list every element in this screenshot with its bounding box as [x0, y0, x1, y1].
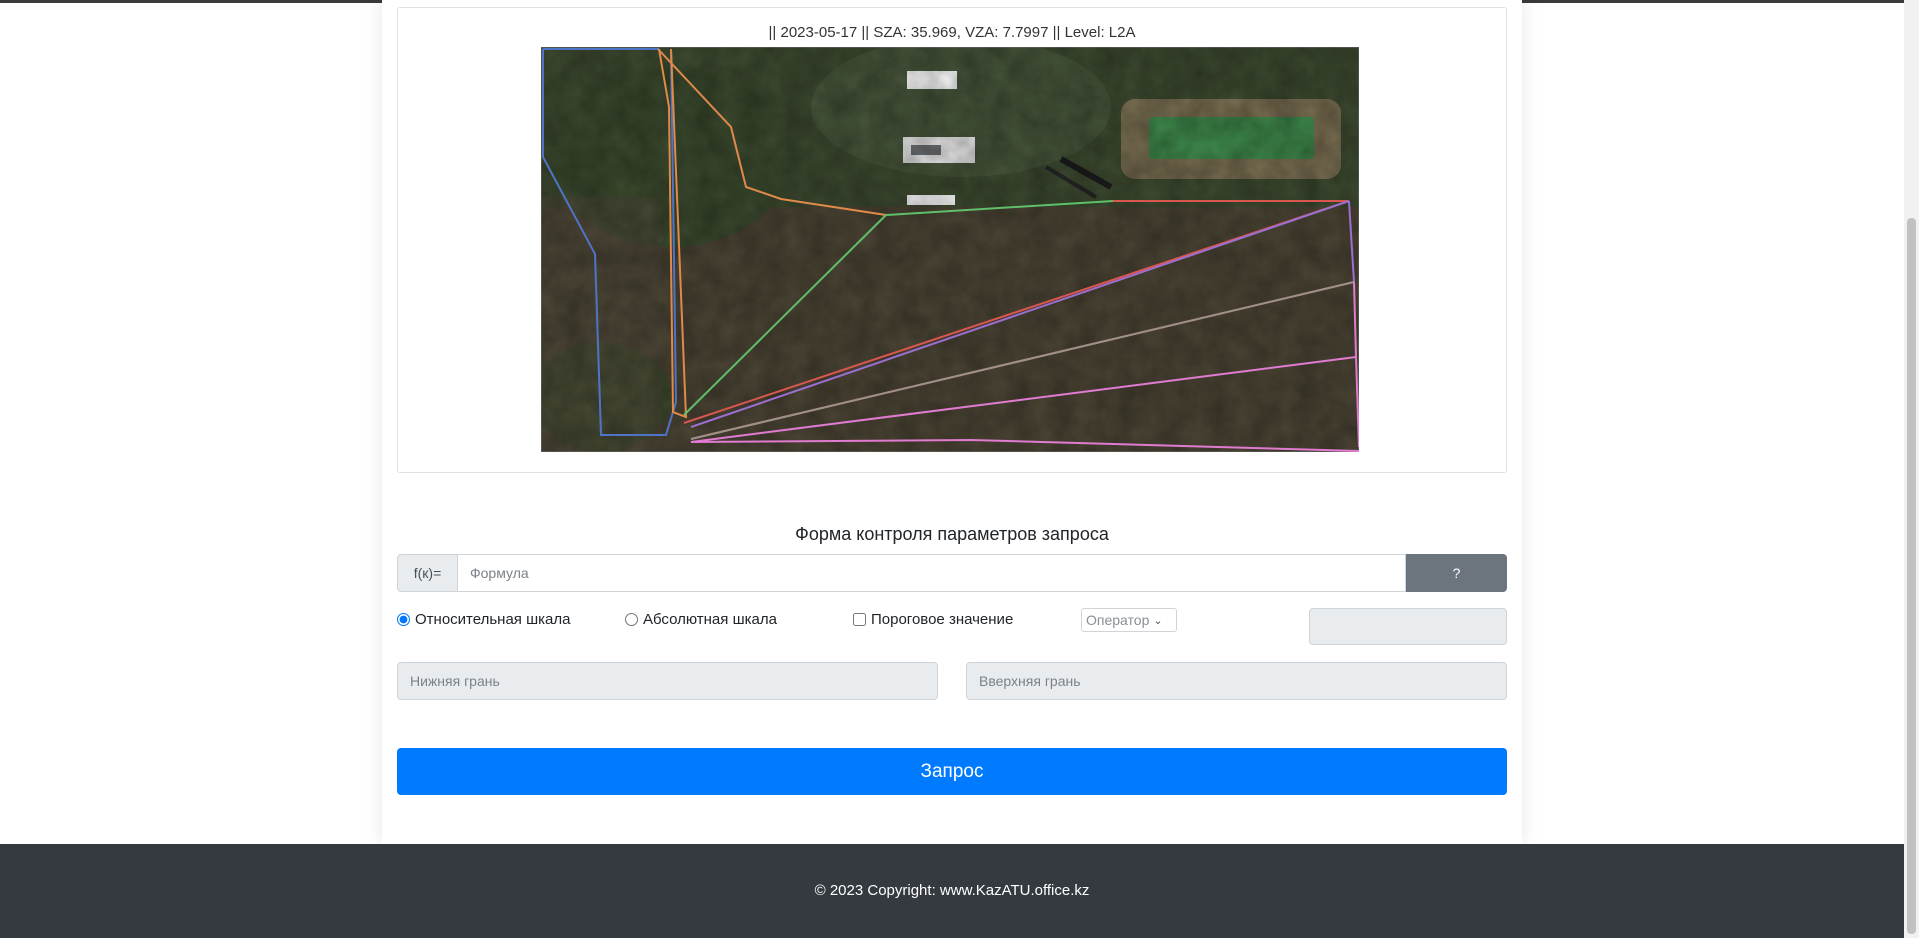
- chevron-down-icon: ⌄: [1153, 614, 1163, 627]
- absolute-scale-label: Абсолютная шкала: [643, 611, 777, 628]
- page: || 2023-05-17 || SZA: 35.969, VZA: 7.799…: [0, 0, 1904, 938]
- threshold-checkbox[interactable]: [853, 613, 866, 626]
- footer-copyright: © 2023 Copyright: www.KazATU.office.kz: [814, 882, 1090, 899]
- operator-select-value: Оператор: [1086, 612, 1150, 628]
- form-title: Форма контроля параметров запроса: [795, 524, 1109, 544]
- relative-scale-label: Относительная шкала: [415, 611, 571, 628]
- operator-select[interactable]: Оператор ⌄: [1081, 608, 1177, 632]
- absolute-scale-option[interactable]: Абсолютная шкала: [625, 611, 777, 628]
- threshold-option[interactable]: Пороговое значение: [853, 611, 1013, 628]
- image-title: || 2023-05-17 || SZA: 35.969, VZA: 7.799…: [768, 24, 1136, 41]
- vertical-scrollbar[interactable]: [1904, 0, 1919, 938]
- threshold-label: Пороговое значение: [871, 611, 1014, 628]
- formula-help-button[interactable]: ?: [1406, 554, 1507, 592]
- formula-prefix: f(к)=: [397, 554, 458, 592]
- formula-input[interactable]: [458, 554, 1406, 592]
- relative-scale-option[interactable]: Относительная шкала: [397, 611, 570, 628]
- relative-scale-radio[interactable]: [397, 613, 410, 626]
- satellite-image: [541, 47, 1359, 452]
- lower-bound-input[interactable]: [397, 662, 938, 700]
- absolute-scale-radio[interactable]: [625, 613, 638, 626]
- main-container: || 2023-05-17 || SZA: 35.969, VZA: 7.799…: [382, 0, 1522, 844]
- footer: © 2023 Copyright: www.KazATU.office.kz: [0, 844, 1904, 938]
- threshold-value-input[interactable]: [1309, 608, 1507, 645]
- satellite-image-card: || 2023-05-17 || SZA: 35.969, VZA: 7.799…: [397, 7, 1507, 473]
- upper-bound-input[interactable]: [966, 662, 1507, 700]
- scrollbar-thumb[interactable]: [1907, 218, 1916, 934]
- formula-input-group: f(к)= ?: [397, 554, 1507, 592]
- submit-request-button[interactable]: Запрос: [397, 748, 1507, 795]
